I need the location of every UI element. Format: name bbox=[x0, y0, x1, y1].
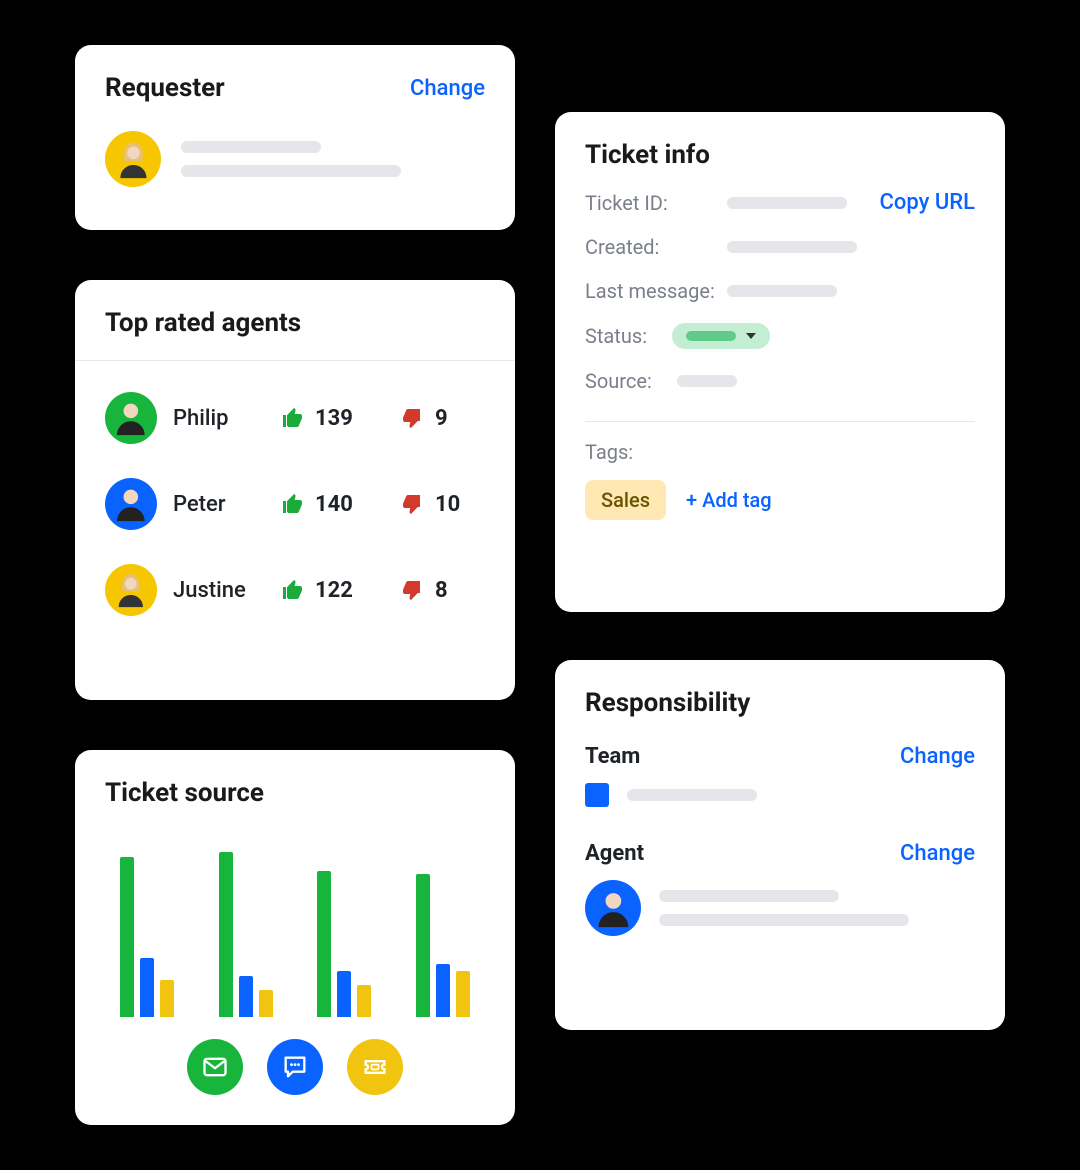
bar-email bbox=[120, 857, 134, 1017]
placeholder-line bbox=[181, 165, 401, 177]
placeholder-line bbox=[727, 285, 837, 297]
copy-url-link[interactable]: Copy URL bbox=[880, 190, 975, 215]
chevron-down-icon bbox=[746, 333, 756, 339]
bar-email bbox=[317, 871, 331, 1017]
placeholder-line bbox=[727, 241, 857, 253]
label-last-message: Last message: bbox=[585, 279, 715, 303]
bar-ticket bbox=[259, 990, 273, 1017]
label-created: Created: bbox=[585, 235, 715, 259]
divider bbox=[75, 360, 515, 361]
bar-email bbox=[219, 852, 233, 1017]
agents-title: Top rated agents bbox=[105, 308, 485, 338]
agent-avatar bbox=[105, 564, 157, 616]
ticket-source-legend bbox=[105, 1039, 485, 1095]
status-dropdown[interactable] bbox=[672, 323, 770, 349]
thumbs-up-count: 139 bbox=[281, 406, 401, 431]
bar-ticket bbox=[160, 980, 174, 1017]
legend-chat-icon bbox=[267, 1039, 323, 1095]
agent-change-link[interactable]: Change bbox=[900, 841, 975, 866]
ticket-source-card: Ticket source bbox=[75, 750, 515, 1125]
divider bbox=[585, 421, 975, 422]
team-label: Team bbox=[585, 744, 640, 769]
thumbs-down-count: 9 bbox=[401, 406, 481, 431]
thumbs-up-count: 122 bbox=[281, 578, 401, 603]
bar-chat bbox=[436, 964, 450, 1017]
agent-avatar bbox=[105, 478, 157, 530]
ticket-source-chart bbox=[105, 832, 485, 1017]
placeholder-line bbox=[181, 141, 321, 153]
agent-name: Justine bbox=[173, 578, 281, 603]
status-value-placeholder bbox=[686, 331, 736, 341]
thumbs-down-count: 8 bbox=[401, 578, 481, 603]
tag-chip[interactable]: Sales bbox=[585, 480, 666, 520]
placeholder-line bbox=[727, 197, 847, 209]
bar-chat bbox=[337, 971, 351, 1017]
thumbs-down-count: 10 bbox=[401, 492, 481, 517]
top-rated-agents-card: Top rated agents Philip1399Peter14010Jus… bbox=[75, 280, 515, 700]
bar-email bbox=[416, 874, 430, 1017]
bar-group bbox=[405, 874, 482, 1017]
agent-row: Justine1228 bbox=[105, 547, 485, 633]
bar-ticket bbox=[357, 985, 371, 1017]
agent-avatar bbox=[105, 392, 157, 444]
requester-title: Requester bbox=[105, 73, 225, 103]
bar-group bbox=[208, 852, 285, 1017]
thumbs-up-icon bbox=[281, 578, 305, 602]
label-source: Source: bbox=[585, 369, 665, 393]
thumbs-up-icon bbox=[281, 406, 305, 430]
label-status: Status: bbox=[585, 324, 660, 348]
ticket-info-title: Ticket info bbox=[585, 140, 975, 170]
requester-avatar bbox=[105, 131, 161, 187]
bar-ticket bbox=[456, 971, 470, 1017]
add-tag-link[interactable]: + Add tag bbox=[686, 488, 772, 512]
thumbs-down-icon bbox=[401, 406, 425, 430]
legend-ticket-icon bbox=[347, 1039, 403, 1095]
responsibility-title: Responsibility bbox=[585, 688, 975, 718]
bar-group bbox=[109, 857, 186, 1017]
agent-row: Philip1399 bbox=[105, 375, 485, 461]
bar-group bbox=[306, 871, 383, 1017]
requester-card: Requester Change bbox=[75, 45, 515, 230]
agent-avatar bbox=[585, 880, 641, 936]
thumbs-up-icon bbox=[281, 492, 305, 516]
team-change-link[interactable]: Change bbox=[900, 744, 975, 769]
bar-chat bbox=[140, 958, 154, 1018]
responsibility-card: Responsibility Team Change Agent Change bbox=[555, 660, 1005, 1030]
thumbs-down-icon bbox=[401, 492, 425, 516]
label-ticket-id: Ticket ID: bbox=[585, 191, 715, 215]
agent-label: Agent bbox=[585, 841, 644, 866]
agent-row: Peter14010 bbox=[105, 461, 485, 547]
agent-name: Philip bbox=[173, 406, 281, 431]
requester-change-link[interactable]: Change bbox=[410, 76, 485, 101]
legend-email-icon bbox=[187, 1039, 243, 1095]
team-color-swatch bbox=[585, 783, 609, 807]
placeholder-line bbox=[677, 375, 737, 387]
thumbs-up-count: 140 bbox=[281, 492, 401, 517]
agent-name: Peter bbox=[173, 492, 281, 517]
label-tags: Tags: bbox=[585, 440, 975, 464]
placeholder-line bbox=[659, 890, 839, 902]
bar-chat bbox=[239, 976, 253, 1017]
placeholder-line bbox=[627, 789, 757, 801]
thumbs-down-icon bbox=[401, 578, 425, 602]
ticket-source-title: Ticket source bbox=[105, 778, 485, 808]
ticket-info-card: Ticket info Ticket ID: Copy URL Created:… bbox=[555, 112, 1005, 612]
placeholder-line bbox=[659, 914, 909, 926]
